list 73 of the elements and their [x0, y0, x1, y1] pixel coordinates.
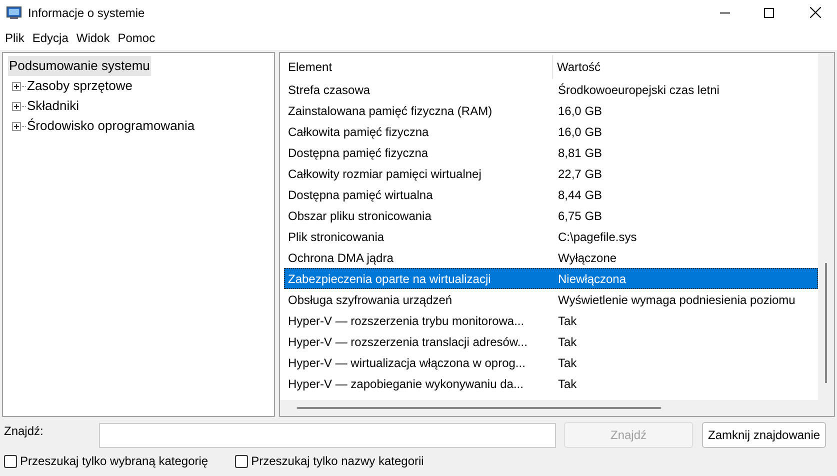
table-row[interactable]: Obszar pliku stronicowania 6,75 GB — [284, 205, 818, 226]
table-row[interactable]: Dostępna pamięć fizyczna 8,81 GB — [284, 142, 818, 163]
table-cell-text: Obsługa szyfrowania urządzeń — [287, 292, 454, 308]
table-cell-text: 8,81 GB — [557, 144, 602, 162]
table-cell-text: 6,75 GB — [557, 208, 602, 224]
table-cell-text: Tak — [557, 334, 577, 350]
horizontal-scrollbar[interactable] — [280, 400, 834, 416]
table-cell-text: Dostępna pamięć fizyczna — [287, 144, 430, 162]
table-cell-text: Tak — [557, 354, 577, 372]
table-cell-text: Wyłączone — [557, 250, 617, 266]
table-cell-text: 8,44 GB — [557, 186, 602, 204]
menu-item[interactable]: Widok — [72, 28, 114, 46]
table-cell-text: Niewłączona — [557, 270, 626, 288]
checkbox-label[interactable]: Przeszukaj tylko wybraną kategorię — [20, 452, 208, 470]
checkbox[interactable] — [4, 454, 17, 468]
scrollbar-thumb[interactable] — [297, 407, 661, 409]
table-cell-text: Strefa czasowa — [287, 82, 372, 98]
expand-icon[interactable] — [12, 102, 21, 110]
table-row[interactable]: Zabezpieczenia oparte na wirtualizacji Niewłączona — [284, 268, 818, 289]
table-cell-text: Zabezpieczenia oparte na wirtualizacji — [287, 270, 492, 288]
table-row[interactable]: Zainstalowana pamięć fizyczna (RAM) 16,0 GB — [284, 100, 818, 121]
table-row[interactable]: Plik stronicowania C:\pagefile.sys — [284, 226, 818, 247]
table-row[interactable]: Obsługa szyfrowania urządzeń Wyświetlenie wymaga podniesienia poziomu — [284, 289, 818, 310]
find-label: Znajdź: — [4, 423, 44, 440]
table-row[interactable]: Hyper-V — zapobieganie wykonywaniu da... Tak — [284, 373, 818, 394]
table-cell-text: Środkowoeuropejski czas letni — [557, 82, 720, 98]
window-title: Informacje o systemie — [28, 4, 145, 22]
table-cell-text: Hyper-V — wirtualizacja włączona w oprog... — [287, 354, 526, 372]
close-find-button[interactable]: Zamknij znajdowanie — [702, 422, 826, 448]
table-row[interactable]: Hyper-V — rozszerzenia trybu monitorowa... Tak — [284, 310, 818, 331]
table-cell-text: Tak — [557, 312, 577, 330]
table-cell-text: Hyper-V — zapobieganie wykonywaniu da... — [287, 376, 524, 392]
menu-item[interactable]: Pomoc — [114, 28, 160, 46]
table-cell-text: Plik stronicowania — [287, 228, 386, 246]
table-cell-text: Całkowita pamięć fizyczna — [287, 124, 430, 140]
table-cell-text: Wyświetlenie wymaga podniesienia poziomu — [557, 292, 796, 308]
scrollbar-thumb[interactable] — [825, 263, 827, 383]
table-cell-text: Obszar pliku stronicowania — [287, 208, 432, 224]
table-cell-text: Tak — [557, 376, 577, 392]
expand-icon[interactable] — [12, 122, 21, 130]
column-header[interactable]: Element — [284, 55, 553, 79]
table-row[interactable]: Ochrona DMA jądra Wyłączone — [284, 247, 818, 268]
table-cell-text: Hyper-V — rozszerzenia trybu monitorowa... — [287, 312, 526, 330]
table-row[interactable]: Hyper-V — wirtualizacja włączona w oprog... Tak — [284, 352, 818, 373]
vertical-scrollbar[interactable] — [818, 53, 834, 400]
column-header[interactable]: Wartość — [553, 58, 601, 76]
tree-item[interactable]: Składniki — [27, 96, 80, 116]
table-cell-text: 22,7 GB — [557, 166, 602, 182]
table-cell-text: Ochrona DMA jądra — [287, 250, 394, 266]
tree-item[interactable]: Zasoby sprzętowe — [27, 76, 132, 96]
table-row[interactable]: Całkowity rozmiar pamięci wirtualnej 22,7 GB — [284, 163, 818, 184]
table-cell-text: Hyper-V — rozszerzenia translacji adresów... — [287, 334, 528, 350]
table-cell-text: Zainstalowana pamięć fizyczna (RAM) — [287, 102, 494, 120]
computer-icon — [6, 4, 22, 20]
table-cell-text: C:\pagefile.sys — [557, 228, 637, 246]
menu-item[interactable]: Plik — [1, 28, 28, 46]
table-row[interactable]: Strefa czasowa Środkowoeuropejski czas letni — [284, 79, 818, 100]
table-cell-text: 16,0 GB — [557, 124, 602, 140]
tree-item[interactable]: Podsumowanie systemu — [8, 56, 151, 76]
find-field[interactable] — [99, 422, 556, 448]
menu-item[interactable]: Edycja — [28, 28, 72, 46]
checkbox-label[interactable]: Przeszukaj tylko nazwy kategorii — [251, 452, 424, 470]
close-icon[interactable] — [810, 7, 821, 18]
table-row[interactable]: Całkowita pamięć fizyczna 16,0 GB — [284, 121, 818, 142]
maximize-icon[interactable] — [764, 8, 774, 18]
tree-item[interactable]: Środowisko oprogramowania — [27, 116, 195, 136]
table-cell-text: 16,0 GB — [557, 102, 602, 120]
checkbox[interactable] — [235, 454, 248, 468]
table-row[interactable]: Dostępna pamięć wirtualna 8,44 GB — [284, 184, 818, 205]
table-cell-text: Całkowity rozmiar pamięci wirtualnej — [287, 166, 482, 182]
table-row[interactable]: Hyper-V — rozszerzenia translacji adresów... Tak — [284, 331, 818, 352]
expand-icon[interactable] — [12, 82, 21, 90]
table-cell-text: Dostępna pamięć wirtualna — [287, 186, 434, 204]
